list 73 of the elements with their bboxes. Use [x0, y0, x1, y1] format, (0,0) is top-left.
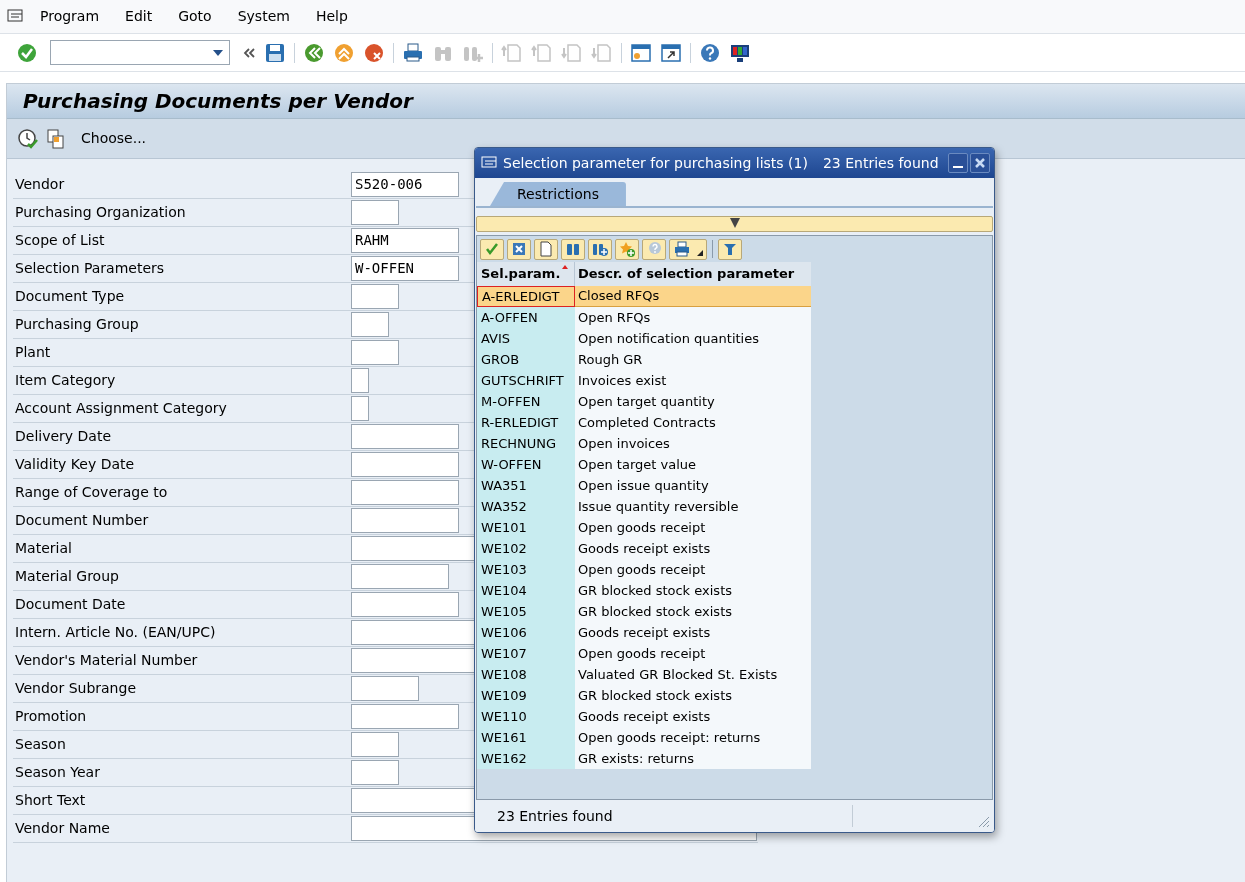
field-label: Document Type [14, 287, 126, 306]
table-cell: WE104 [477, 580, 575, 601]
table-cell: WE108 [477, 664, 575, 685]
table-cell: W-OFFEN [477, 454, 575, 475]
field-label: Selection Parameters [14, 259, 166, 278]
field-label: Plant [14, 343, 52, 362]
dialog-title: Selection parameter for purchasing lists (1) [503, 153, 808, 173]
table-cell: Rough GR [575, 349, 811, 370]
table-cell: Open goods receipt [575, 643, 811, 664]
field-label: Range of Coverage to [14, 483, 169, 502]
table-cell: Open target quantity [575, 391, 811, 412]
status-text: 23 Entries found [497, 806, 614, 826]
field-label: Account Assignment Category [14, 399, 228, 418]
table-cell: Completed Contracts [575, 412, 811, 433]
field-label: Short Text [14, 791, 87, 810]
field-label: Material [14, 539, 73, 558]
table-cell: Open goods receipt: returns [575, 727, 811, 748]
field-label: Validity Key Date [14, 455, 136, 474]
table-cell: WA351 [477, 475, 575, 496]
table-cell: GR blocked stock exists [575, 601, 811, 622]
field-label: Material Group [14, 567, 120, 586]
table-cell: Valuated GR Blocked St. Exists [575, 664, 811, 685]
field-label: Vendor's Material Number [14, 651, 199, 670]
field-label: Purchasing Group [14, 315, 140, 334]
table-cell: AVIS [477, 328, 575, 349]
table-cell: Goods receipt exists [575, 538, 811, 559]
table-cell: Goods receipt exists [575, 706, 811, 727]
table-cell: WE161 [477, 727, 575, 748]
table-cell: WE107 [477, 643, 575, 664]
table-cell: GUTSCHRIFT [477, 370, 575, 391]
table-cell: WE101 [477, 517, 575, 538]
table-cell: Open target value [575, 454, 811, 475]
table-cell: GR exists: returns [575, 748, 811, 769]
field-label: Document Number [14, 511, 150, 530]
field-label: Document Date [14, 595, 127, 614]
table-cell: R-ERLEDIGT [477, 412, 575, 433]
table-cell: WE103 [477, 559, 575, 580]
table-cell: GROB [477, 349, 575, 370]
table-cell: Issue quantity reversible [575, 496, 811, 517]
table-cell: Open goods receipt [575, 559, 811, 580]
field-label: Vendor [14, 175, 66, 194]
table-cell: GR blocked stock exists [575, 685, 811, 706]
table-cell: Open invoices [575, 433, 811, 454]
table-cell: Open RFQs [575, 307, 811, 328]
field-label: Season Year [14, 763, 101, 782]
field-label: Vendor Name [14, 819, 111, 838]
table-cell: Open goods receipt [575, 517, 811, 538]
table-cell: Goods receipt exists [575, 622, 811, 643]
table-cell: RECHNUNG [477, 433, 575, 454]
screen-title: Purchasing Documents per Vendor [23, 88, 413, 115]
table-cell: A-ERLEDIGT [477, 286, 575, 307]
table-cell: WA352 [477, 496, 575, 517]
field-label: Scope of List [14, 231, 106, 250]
table-cell: WE162 [477, 748, 575, 769]
table-cell: WE109 [477, 685, 575, 706]
table-cell: GR blocked stock exists [575, 580, 811, 601]
table-cell: A-OFFEN [477, 307, 575, 328]
field-label: Season [14, 735, 67, 754]
table-cell: Open notification quantities [575, 328, 811, 349]
table-cell: Open issue quantity [575, 475, 811, 496]
field-label: Promotion [14, 707, 88, 726]
table-cell: WE110 [477, 706, 575, 727]
table-cell: M-OFFEN [477, 391, 575, 412]
table-cell: WE105 [477, 601, 575, 622]
table-cell: WE102 [477, 538, 575, 559]
field-label: Purchasing Organization [14, 203, 187, 222]
field-label: Delivery Date [14, 427, 113, 446]
field-label: Item Category [14, 371, 117, 390]
field-label: Vendor Subrange [14, 679, 137, 698]
field-label: Intern. Article No. (EAN/UPC) [14, 623, 217, 642]
entries-count: 23 Entries found [822, 153, 939, 173]
table-cell: WE106 [477, 622, 575, 643]
table-cell: Invoices exist [575, 370, 811, 391]
